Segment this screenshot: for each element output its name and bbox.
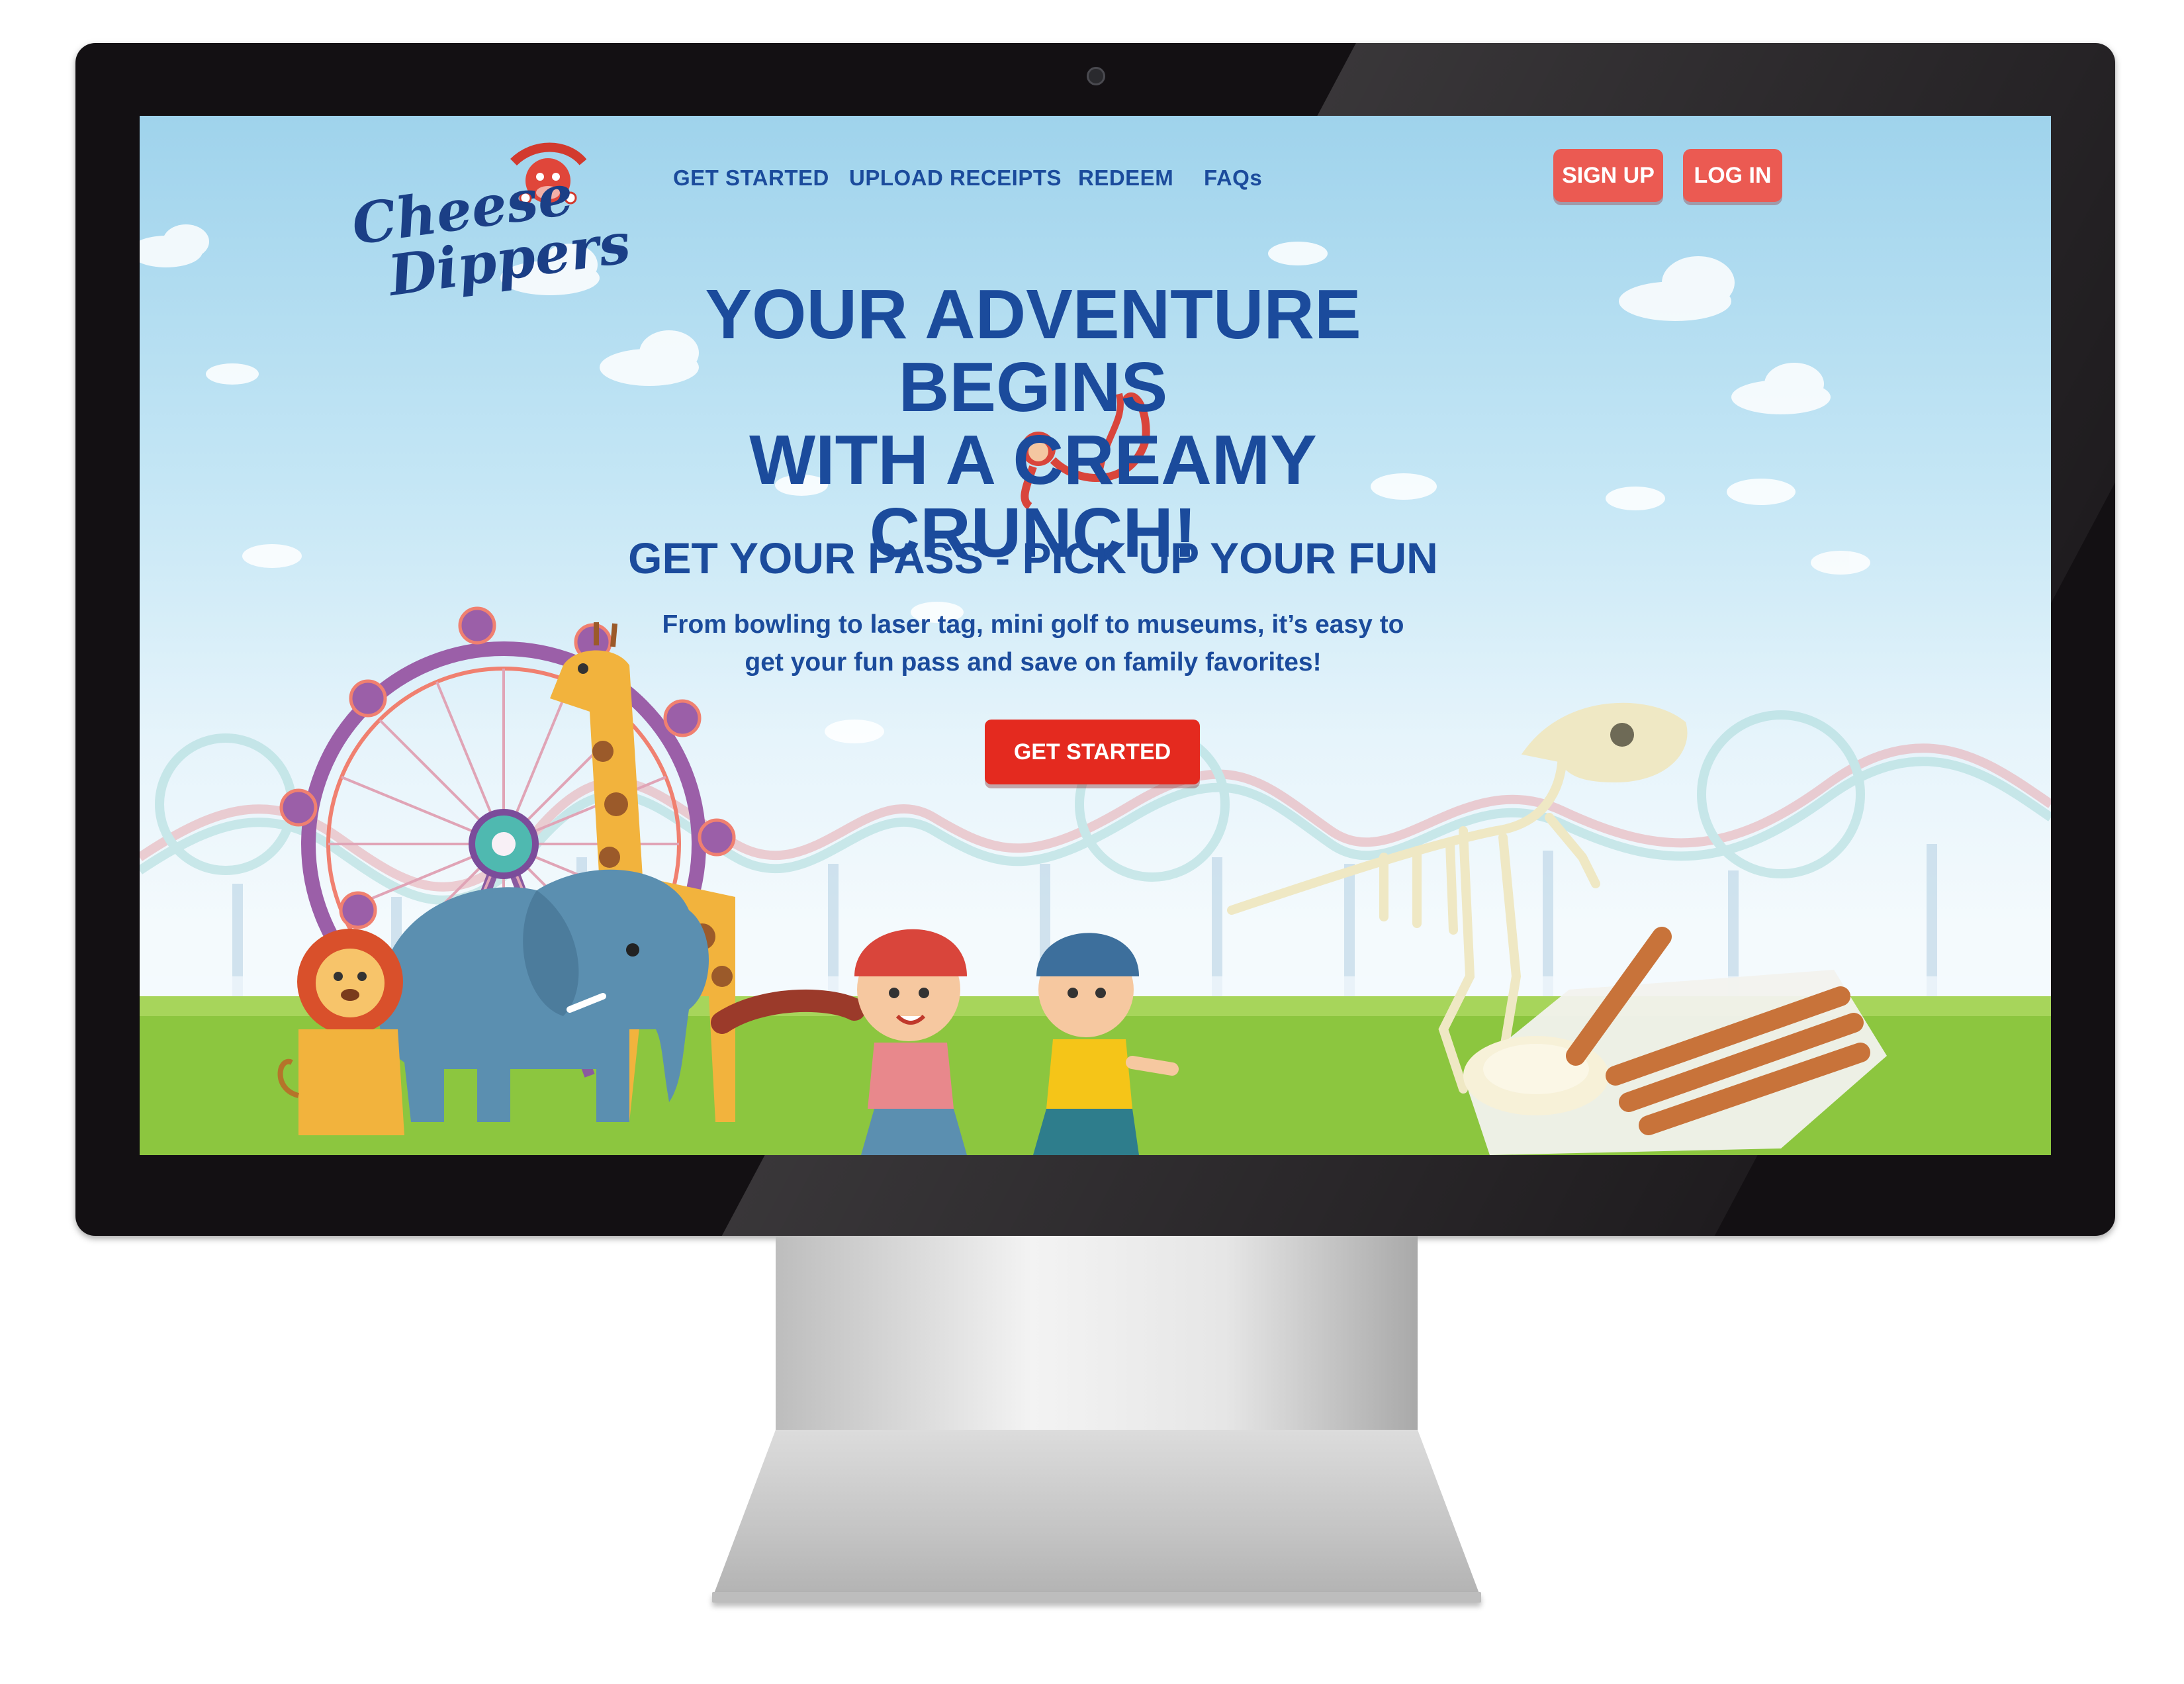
headline-line-1: YOUR ADVENTURE BEGINS — [705, 275, 1361, 426]
sign-up-button[interactable]: SIGN UP — [1553, 149, 1663, 202]
cheese-dippers-logo[interactable]: Cheese Dippers — [348, 142, 634, 308]
nav-upload-receipts[interactable]: UPLOAD RECEIPTS — [849, 165, 1062, 191]
hero-headline: YOUR ADVENTURE BEGINS WITH A CREAMY CRUN… — [603, 278, 1463, 569]
log-in-button[interactable]: LOG IN — [1683, 149, 1782, 202]
monitor-stand-base — [712, 1430, 1481, 1599]
get-started-button[interactable]: GET STARTED — [985, 720, 1200, 784]
monitor-stand-neck — [776, 1236, 1418, 1434]
webcam-icon — [1087, 67, 1105, 85]
website-screen: Cheese Dippers GET STARTED UPLOAD RECEIP… — [140, 116, 2051, 1155]
monitor-stand-foot — [712, 1592, 1481, 1603]
nav-redeem[interactable]: REDEEM — [1078, 165, 1173, 191]
nav-get-started[interactable]: GET STARTED — [673, 165, 829, 191]
hero-description: From bowling to laser tag, mini golf to … — [662, 610, 1404, 677]
hero-subheading: GET YOUR PASS - PICK UP YOUR FUN — [628, 534, 1438, 583]
nav-faqs[interactable]: FAQs — [1204, 165, 1262, 191]
lion-illustration — [277, 929, 404, 1135]
